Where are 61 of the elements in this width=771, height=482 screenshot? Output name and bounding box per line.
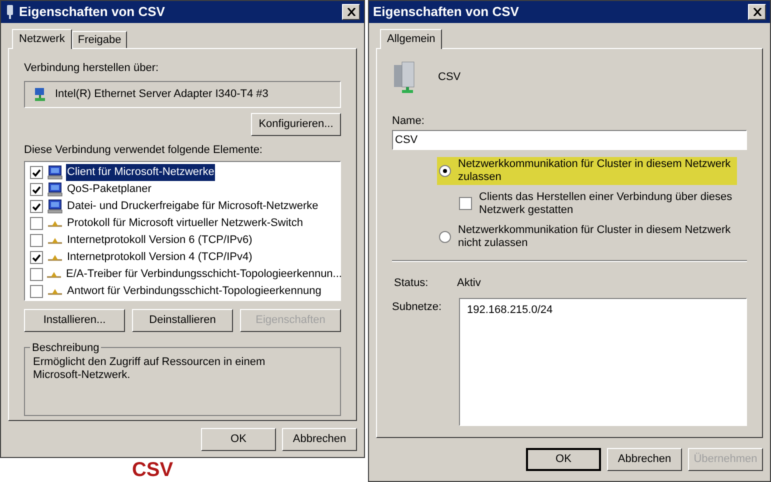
checkbox-option[interactable]: Clients das Herstellen einer Verbindung über dieses Netzwerk gestatten	[459, 190, 737, 216]
protocol-icon	[46, 270, 62, 278]
adapter-name: Intel(R) Ethernet Server Adapter I340-T4 #3	[55, 86, 268, 102]
radio-button[interactable]	[439, 164, 451, 176]
adapter-icon	[33, 86, 47, 102]
protocol-icon	[46, 288, 62, 296]
status-value: Aktiv	[457, 276, 481, 290]
radio-button[interactable]	[439, 230, 451, 242]
name-label: Name:	[392, 114, 426, 129]
group-title: Beschreibung	[30, 340, 102, 356]
tab[interactable]: Freigabe	[72, 31, 128, 48]
computer-icon	[46, 182, 62, 197]
list-item[interactable]: Protokoll für Microsoft virtueller Netzwerk-Switch	[66, 215, 304, 232]
close-icon	[752, 8, 762, 16]
computer-icon	[46, 165, 62, 180]
list-item[interactable]: Datei- und Druckerfreigabe für Microsoft-Netzwerke	[66, 198, 320, 215]
description-text: Ermöglicht den Zugriff auf Ressourcen in einem Microsoft-Netzwerk.	[33, 356, 266, 382]
dialog-button[interactable]: Abbrechen	[282, 428, 357, 451]
check-icon	[32, 254, 41, 262]
list-item[interactable]: E/A-Treiber für Verbindungsschicht-Topologieerkennun...	[65, 266, 343, 283]
caption: CSV	[132, 458, 174, 482]
protocol-icon	[46, 254, 62, 262]
dialog-button[interactable]: OK	[526, 448, 601, 471]
dialog-button[interactable]: Konfigurieren...	[251, 112, 341, 136]
checkbox[interactable]	[30, 234, 43, 247]
subnet-item[interactable]: 192.168.215.0/24	[467, 302, 739, 318]
dialog-button[interactable]: OK	[201, 428, 276, 451]
tab[interactable]: Allgemein	[380, 29, 442, 49]
window-title: Eigenschaften von CSV	[19, 3, 166, 22]
checkbox[interactable]	[30, 166, 43, 179]
protocol-icon	[46, 236, 62, 244]
radio-option[interactable]: Netzwerkkommunikation für Cluster in diesem Netzwerk nicht zulassen	[437, 222, 737, 250]
dialog-button[interactable]: Abbrechen	[607, 448, 682, 471]
computer-icon	[46, 199, 62, 214]
window-title: Eigenschaften von CSV	[373, 3, 520, 22]
checkbox[interactable]	[30, 200, 43, 213]
list-item[interactable]: QoS-Paketplaner	[66, 181, 152, 198]
list-item[interactable]: Antwort für Verbindungsschicht-Topologieerkennung	[66, 283, 322, 300]
subnets-label: Subnetze:	[392, 300, 443, 315]
checkbox[interactable]	[30, 268, 43, 281]
protocol-icon	[46, 220, 62, 228]
list-item[interactable]: Client für Microsoft-Netzwerke	[66, 164, 216, 181]
status-label: Status:	[394, 276, 430, 290]
checkbox[interactable]	[30, 217, 43, 230]
name-field[interactable]: CSV	[392, 130, 747, 150]
radio-option[interactable]: Netzwerkkommunikation für Cluster in diesem Netzwerk zulassen	[437, 156, 737, 184]
list-item[interactable]: Internetprotokoll Version 6 (TCP/IPv6)	[66, 232, 254, 249]
checkbox[interactable]	[30, 183, 43, 196]
elements-label: Diese Verbindung verwendet folgende Elemente:	[24, 142, 264, 158]
list-item[interactable]: Internetprotokoll Version 4 (TCP/IPv4)	[66, 249, 254, 266]
tab[interactable]: Netzwerk	[12, 29, 72, 49]
close-icon	[346, 8, 356, 16]
connect-label: Verbindung herstellen über:	[24, 61, 160, 76]
close-button[interactable]	[342, 4, 360, 20]
checkbox[interactable]	[30, 251, 43, 264]
checkbox[interactable]	[30, 285, 43, 298]
checkbox[interactable]	[459, 197, 472, 210]
network-name: CSV	[438, 70, 461, 85]
close-button[interactable]	[748, 4, 766, 20]
dialog-button[interactable]: Installieren...	[24, 309, 125, 332]
dialog-button[interactable]: Deinstallieren	[132, 309, 233, 332]
